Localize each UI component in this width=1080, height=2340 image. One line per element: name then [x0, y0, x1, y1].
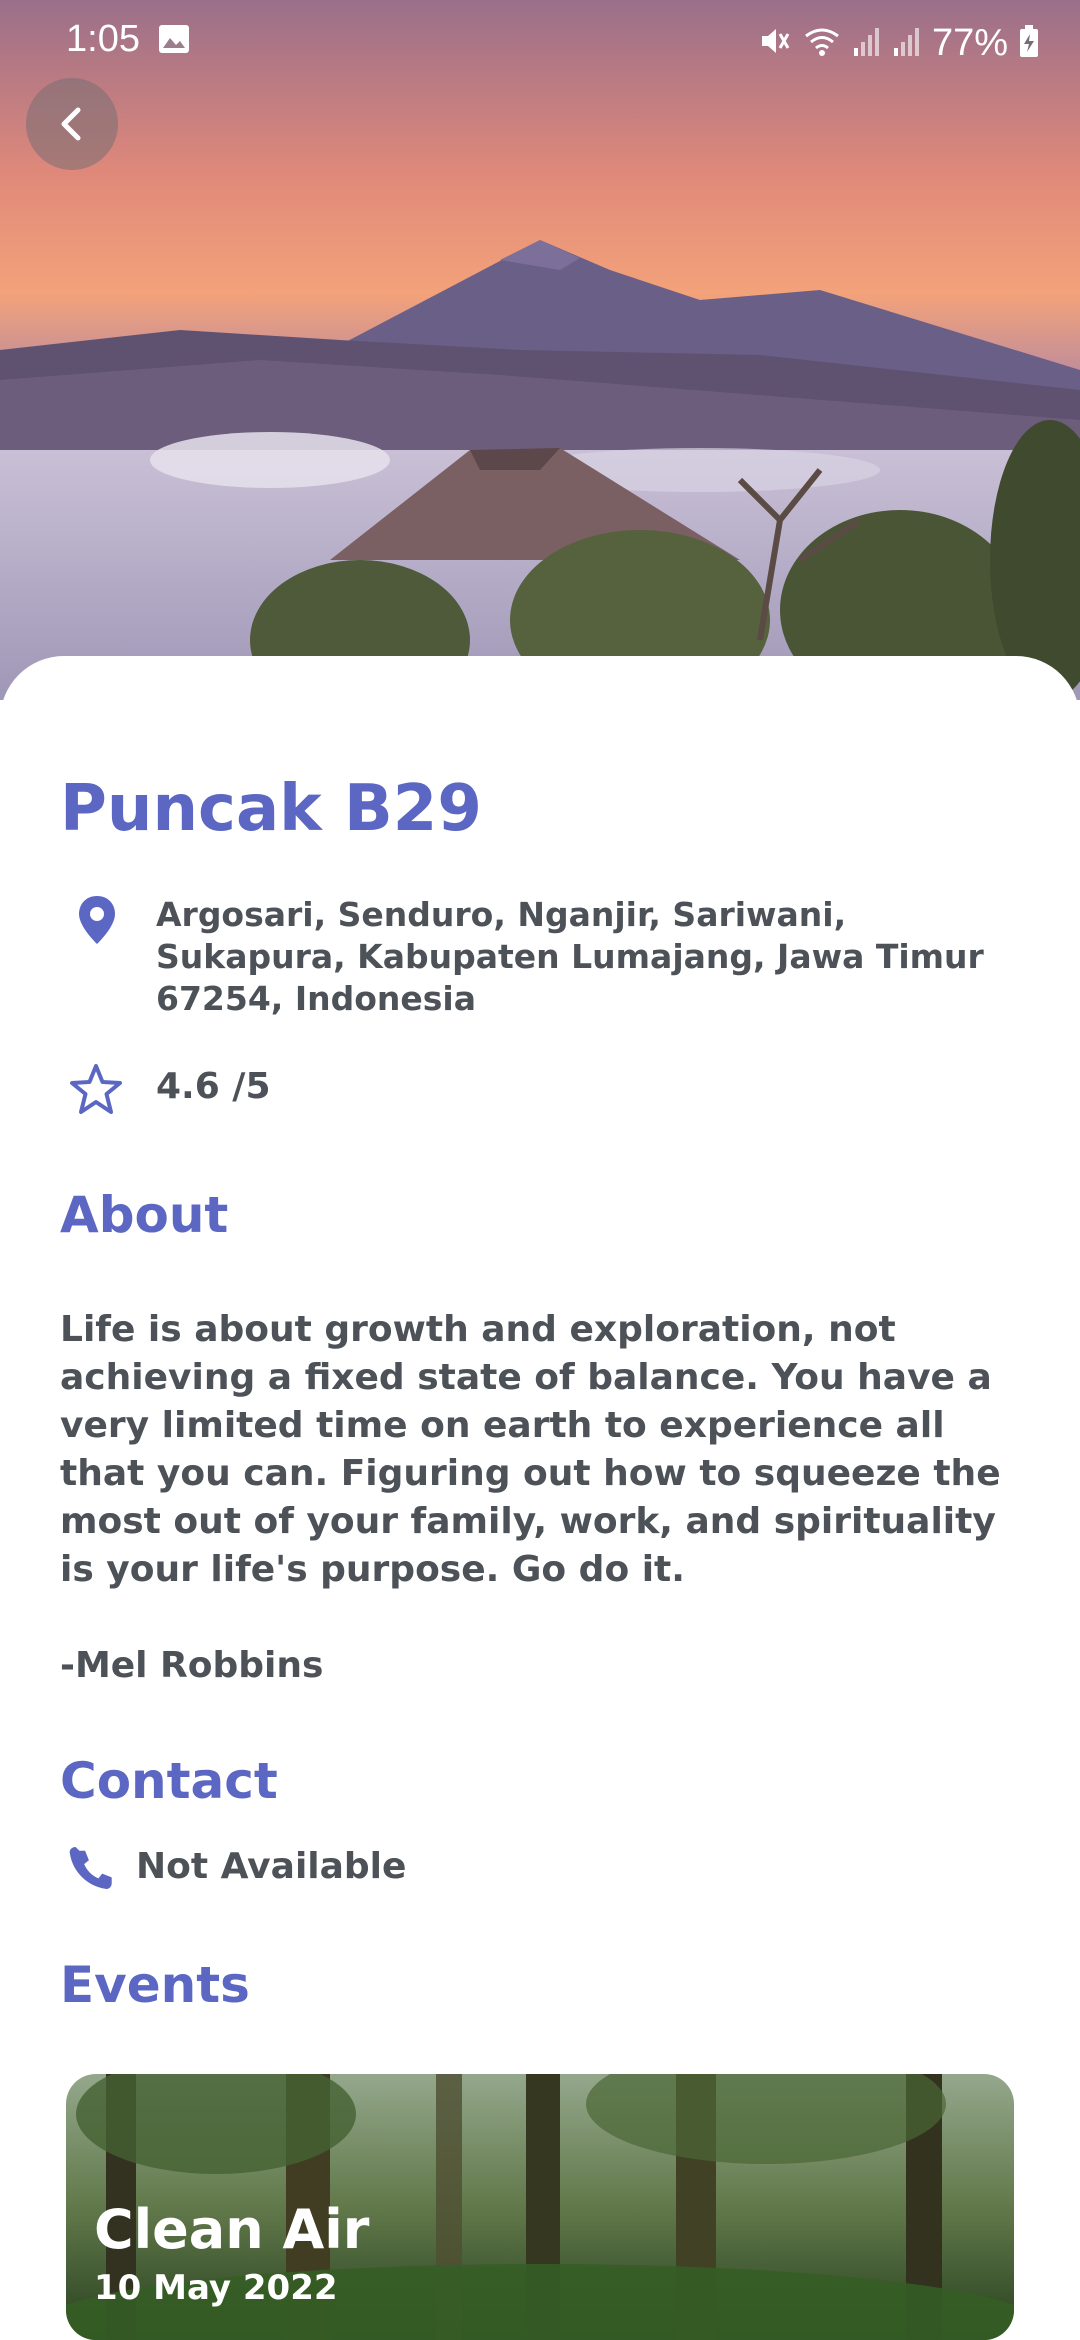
wifi-icon: [802, 24, 842, 62]
back-arrow-icon: [61, 107, 81, 141]
place-title: Puncak B29: [60, 772, 482, 846]
contact-value: Not Available: [136, 1846, 407, 1887]
place-rating: 4.6 /5: [156, 1066, 271, 1107]
back-button[interactable]: [26, 78, 118, 170]
mute-icon: [758, 24, 792, 62]
hero-image: [0, 0, 1080, 700]
image-icon: [158, 24, 190, 54]
about-heading: About: [60, 1186, 229, 1244]
phone-icon: [68, 1846, 114, 1892]
about-text: Life is about growth and exploration, no…: [60, 1309, 1001, 1686]
event-title: Clean Air: [94, 2198, 370, 2261]
event-date: 10 May 2022: [94, 2268, 338, 2308]
location-pin-icon: [76, 894, 118, 946]
place-address: Argosari, Senduro, Nganjir, Sariwani, Su…: [156, 895, 984, 1018]
contact-heading: Contact: [60, 1752, 278, 1810]
battery-percent: 77%: [931, 21, 1008, 64]
signal-icon: [852, 24, 882, 62]
event-card[interactable]: Clean Air 10 May 2022: [66, 2074, 1014, 2340]
signal-icon-2: [892, 24, 922, 62]
status-bar: 1:05 77%: [0, 0, 1080, 84]
detail-sheet: Puncak B29 Argosari, Senduro, Nganjir, S…: [0, 656, 1080, 2340]
star-icon: [68, 1062, 124, 1118]
status-time: 1:05: [66, 18, 140, 60]
events-heading: Events: [60, 1956, 250, 2014]
battery-icon: [1018, 24, 1040, 62]
